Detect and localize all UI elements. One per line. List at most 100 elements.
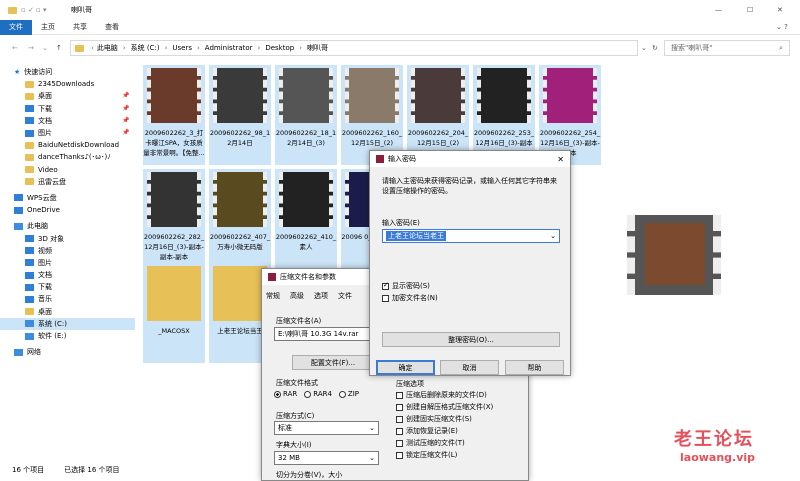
- sidebar-item-label: 系统 (C:): [38, 319, 67, 328]
- status-count: 16 个项目: [12, 466, 45, 474]
- archive-option-checkbox[interactable]: 添加恢复记录(E): [396, 426, 493, 438]
- video-thumbnail: [543, 68, 597, 123]
- sidebar-item[interactable]: 视频: [0, 245, 135, 257]
- preview-thumbnail: [627, 215, 721, 295]
- expand-ribbon-icon[interactable]: ⌄ ?: [776, 23, 788, 31]
- navigation-pane: ★ 快速访问 2345Downloads 桌面 📌 下载 📌 文档 📌 图片 📌 BaiduNetd…: [0, 66, 135, 459]
- radio-rar[interactable]: RAR: [274, 390, 297, 398]
- encrypt-filenames-checkbox[interactable]: 加密文件名(N): [382, 293, 438, 303]
- close-icon[interactable]: ✕: [557, 155, 564, 164]
- tab-advanced[interactable]: 高级: [290, 291, 304, 301]
- sidebar-item[interactable]: 图片 📌: [0, 127, 135, 139]
- method-select[interactable]: 标准 ⌄: [274, 421, 379, 435]
- drive-icon: [25, 320, 34, 328]
- tab-share[interactable]: 共享: [64, 20, 96, 35]
- folder-icon: [25, 178, 34, 186]
- folder-icon: [25, 308, 34, 316]
- archive-tabs: 常规 高级 选项 文件: [266, 291, 352, 301]
- sidebar-item[interactable]: OneDrive: [0, 204, 135, 216]
- sidebar-item[interactable]: 此电脑: [0, 220, 135, 232]
- sidebar-item-quick-access[interactable]: ★ 快速访问: [0, 66, 135, 78]
- network-icon: [14, 348, 23, 356]
- sidebar-item[interactable]: WPS云盘: [0, 192, 135, 204]
- folder-icon: [213, 266, 267, 321]
- organize-passwords-button[interactable]: 整理密码(O)...: [382, 332, 560, 347]
- sidebar-item[interactable]: 系统 (C:): [0, 317, 135, 330]
- ok-button[interactable]: 确定: [376, 360, 435, 375]
- video-thumbnail: [147, 68, 201, 123]
- show-password-checkbox[interactable]: 显示密码(S): [382, 281, 430, 291]
- split-label: 切分为分卷(V)，大小: [276, 471, 343, 479]
- tab-files[interactable]: 文件: [338, 291, 352, 301]
- archive-dialog-title: 压缩文件名和参数: [280, 273, 336, 281]
- sidebar-item[interactable]: 图片: [0, 257, 135, 269]
- sidebar-item-label: 桌面: [38, 307, 52, 316]
- file-name: _MACOSX: [158, 327, 190, 335]
- sidebar-item[interactable]: 文档 📌: [0, 115, 135, 127]
- sidebar-item[interactable]: 网络: [0, 346, 135, 358]
- radio-rar4[interactable]: RAR4: [304, 390, 332, 398]
- sidebar-item[interactable]: 音乐: [0, 293, 135, 305]
- breadcrumb-item[interactable]: Administrator: [205, 44, 253, 52]
- file-name: 2009602262_98_12月14日: [209, 129, 271, 147]
- video-file-item[interactable]: 2009602262_282_12月16日_(3)-副本-副本-副本: [143, 169, 205, 269]
- sidebar-item[interactable]: 桌面: [0, 306, 135, 318]
- minimize-icon[interactable]: —: [715, 6, 722, 14]
- video-file-item[interactable]: 2009602262_407_万寿小微无码版: [209, 169, 271, 269]
- sidebar-item[interactable]: 2345Downloads: [0, 78, 135, 90]
- sidebar-item[interactable]: 软件 (E:): [0, 330, 135, 342]
- help-button[interactable]: 帮助: [505, 360, 564, 375]
- video-file-item[interactable]: 2009602262_410_素人: [275, 169, 337, 269]
- back-icon[interactable]: ←: [12, 44, 18, 52]
- forward-icon[interactable]: →: [28, 44, 34, 52]
- video-file-item[interactable]: 2009602262_18_12月14日_(3): [275, 65, 337, 165]
- breadcrumb-item[interactable]: 喇叭哥: [307, 43, 328, 53]
- tab-view[interactable]: 查看: [96, 20, 128, 35]
- tab-home[interactable]: 主页: [32, 20, 64, 35]
- archive-option-checkbox[interactable]: 测试压缩的文件(T): [396, 438, 493, 450]
- archive-option-checkbox[interactable]: 锁定压缩文件(L): [396, 450, 493, 462]
- quick-access-toolbar[interactable]: ▫ ✓ ▫ ▾: [21, 6, 61, 14]
- address-dropdown-icon[interactable]: ⌄: [641, 44, 647, 52]
- breadcrumb-item[interactable]: 系统 (C:): [131, 43, 160, 53]
- video-file-item[interactable]: 2009602262_3_打卡曝江SPA，女孩质量非常景啊。【免整...: [143, 65, 205, 165]
- profile-button[interactable]: 配置文件(F)...: [292, 355, 374, 370]
- sidebar-item[interactable]: 迅雷云盘: [0, 176, 135, 188]
- pin-icon: 📌: [122, 128, 130, 136]
- refresh-icon[interactable]: ↻: [652, 44, 658, 52]
- password-input[interactable]: 上老王论坛当老王 ⌄: [382, 229, 560, 243]
- sidebar-item[interactable]: danceThanks♪(･ω･)ﾉ: [0, 151, 135, 163]
- breadcrumb-item[interactable]: 此电脑: [97, 43, 118, 53]
- sidebar-item[interactable]: Video: [0, 164, 135, 176]
- title-bar: ▫ ✓ ▫ ▾ 喇叭哥 — ☐ ✕: [0, 0, 800, 20]
- watermark-line1: 老王论坛: [674, 429, 754, 450]
- format-radio-group: RAR RAR4 ZIP: [274, 390, 359, 398]
- close-icon[interactable]: ✕: [777, 6, 783, 14]
- recent-icon[interactable]: ⌄: [42, 44, 48, 52]
- breadcrumb-item[interactable]: Users: [172, 44, 192, 52]
- archive-option-checkbox[interactable]: 创建固实压缩文件(S): [396, 414, 493, 426]
- sidebar-item[interactable]: 下载 📌: [0, 103, 135, 115]
- maximize-icon[interactable]: ☐: [747, 6, 753, 14]
- breadcrumb-item[interactable]: Desktop: [265, 44, 294, 52]
- breadcrumb[interactable]: › 此电脑 › 系统 (C:) › Users › Administrator …: [70, 40, 638, 56]
- sidebar-item[interactable]: 桌面 📌: [0, 90, 135, 102]
- folder-item[interactable]: _MACOSX: [143, 263, 205, 363]
- tab-options[interactable]: 选项: [314, 291, 328, 301]
- tab-file[interactable]: 文件: [0, 19, 32, 35]
- sidebar-item[interactable]: 文档: [0, 269, 135, 281]
- archive-option-checkbox[interactable]: 创建自解压格式压缩文件(X): [396, 402, 493, 414]
- video-file-item[interactable]: 2009602262_98_12月14日: [209, 65, 271, 165]
- sidebar-item[interactable]: 3D 对象: [0, 232, 135, 244]
- cancel-button[interactable]: 取消: [440, 360, 499, 375]
- archive-option-checkbox[interactable]: 压缩后删除原来的文件(D): [396, 390, 493, 402]
- dict-select[interactable]: 32 MB ⌄: [274, 451, 379, 465]
- winrar-icon: [376, 155, 384, 163]
- radio-zip[interactable]: ZIP: [338, 390, 359, 398]
- up-icon[interactable]: ↑: [56, 44, 62, 52]
- sidebar-item[interactable]: BaiduNetdiskDownload: [0, 139, 135, 151]
- sidebar-item[interactable]: 下载: [0, 281, 135, 293]
- tab-general[interactable]: 常规: [266, 291, 280, 301]
- search-input[interactable]: 搜索"喇叭哥" ⌕: [664, 40, 790, 56]
- sidebar-item-label: OneDrive: [27, 206, 60, 215]
